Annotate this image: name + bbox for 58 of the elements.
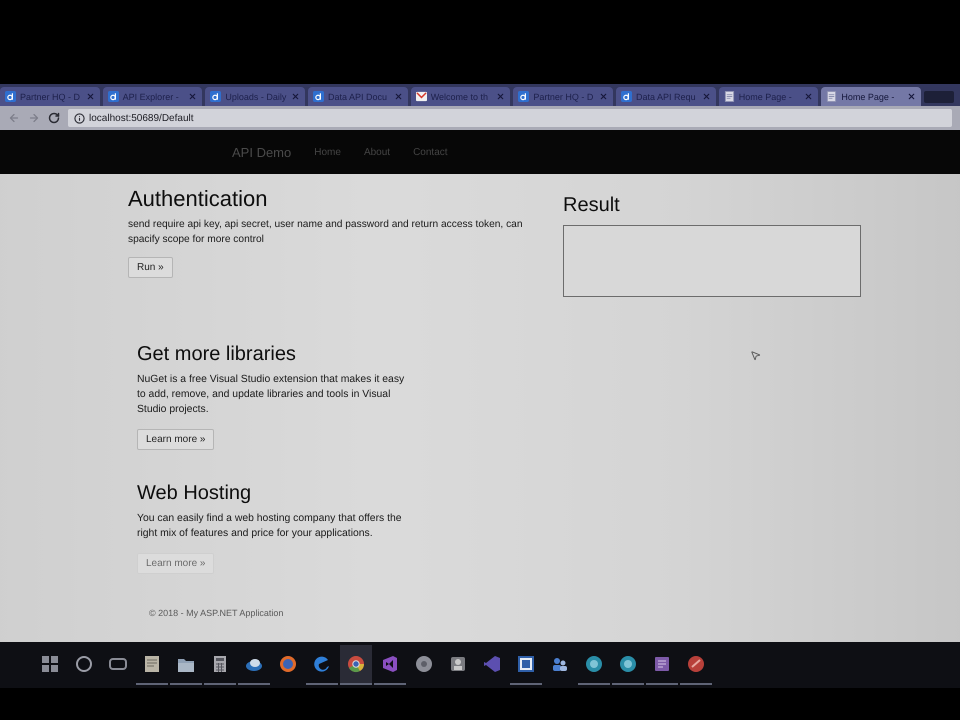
favicon-icon bbox=[313, 91, 324, 102]
browser-tab[interactable]: Partner HQ - D bbox=[0, 87, 100, 106]
section-description: You can easily find a web hosting company that offers the right mix of features and price for your applications. bbox=[137, 512, 403, 542]
windows-icon bbox=[41, 655, 59, 673]
mail-icon bbox=[416, 91, 427, 102]
favicon-icon bbox=[621, 91, 632, 102]
ribbon-logo-icon bbox=[381, 655, 399, 673]
nav-link[interactable]: About bbox=[364, 146, 390, 158]
section-description: NuGet is a free Visual Studio extension that makes it easy to add, remove, and update libraries and tools in Visual Studio projects. bbox=[137, 373, 405, 418]
contact-card-icon bbox=[449, 655, 467, 673]
round-app-icon bbox=[619, 655, 637, 673]
browser-tab[interactable]: Uploads - Daily bbox=[205, 87, 306, 106]
result-textarea[interactable] bbox=[563, 225, 861, 297]
mouse-pointer-icon bbox=[750, 350, 761, 361]
section-heading: Get more libraries bbox=[137, 343, 296, 366]
square-tile-icon bbox=[517, 655, 535, 673]
browser-tab[interactable]: Welcome to th bbox=[410, 87, 510, 106]
ring-icon bbox=[279, 655, 297, 673]
browser-icon bbox=[313, 655, 331, 673]
section-description: send require api key, api secret, user name and password and return access token, can spacify scope for more control bbox=[128, 218, 524, 247]
address-field[interactable]: localhost:50689/Default bbox=[68, 109, 952, 127]
taskbar-button[interactable] bbox=[340, 645, 372, 685]
favicon-icon bbox=[210, 91, 222, 102]
notes-icon bbox=[653, 655, 671, 673]
document-icon bbox=[143, 655, 161, 673]
learn-more-button[interactable]: Learn more » bbox=[137, 553, 214, 574]
info-icon bbox=[74, 112, 85, 124]
browser-tab[interactable]: Data API Docu bbox=[308, 87, 408, 106]
people-icon bbox=[551, 655, 569, 673]
close-icon[interactable] bbox=[907, 92, 916, 101]
run-button[interactable]: Run » bbox=[128, 256, 173, 278]
favicon-icon bbox=[518, 91, 530, 102]
browser-tab[interactable]: Partner HQ - D bbox=[513, 87, 614, 106]
calculator-icon bbox=[211, 655, 229, 673]
round-app-icon bbox=[585, 655, 603, 673]
favicon-icon bbox=[5, 91, 16, 102]
site-brand-link[interactable]: API Demo bbox=[232, 144, 292, 160]
browser-tab[interactable]: Home Page - bbox=[821, 87, 922, 106]
footer-text: © 2018 - My ASP.NET Application bbox=[149, 608, 284, 618]
favicon-icon bbox=[108, 91, 119, 102]
learn-more-button[interactable]: Learn more » bbox=[137, 429, 214, 450]
browser-tab[interactable]: Data API Requ bbox=[616, 87, 716, 106]
browser-tab[interactable]: Home Page - bbox=[718, 87, 818, 106]
page-icon bbox=[826, 91, 838, 102]
task-view-icon bbox=[109, 655, 127, 673]
reload-icon[interactable] bbox=[48, 112, 60, 124]
app-logo-icon bbox=[483, 655, 501, 673]
nav-link[interactable]: Home bbox=[314, 146, 341, 158]
nav-link[interactable]: Contact bbox=[413, 146, 448, 158]
section-heading: Web Hosting bbox=[137, 482, 252, 506]
slashed-circle-icon bbox=[687, 655, 705, 673]
browser-tab[interactable]: API Explorer - bbox=[102, 87, 202, 106]
search-icon bbox=[75, 655, 93, 673]
result-heading: Result bbox=[563, 194, 621, 217]
page-icon bbox=[724, 91, 735, 102]
web-browser-icon bbox=[347, 655, 365, 673]
disc-icon bbox=[415, 655, 433, 673]
section-heading: Authentication bbox=[128, 186, 268, 212]
